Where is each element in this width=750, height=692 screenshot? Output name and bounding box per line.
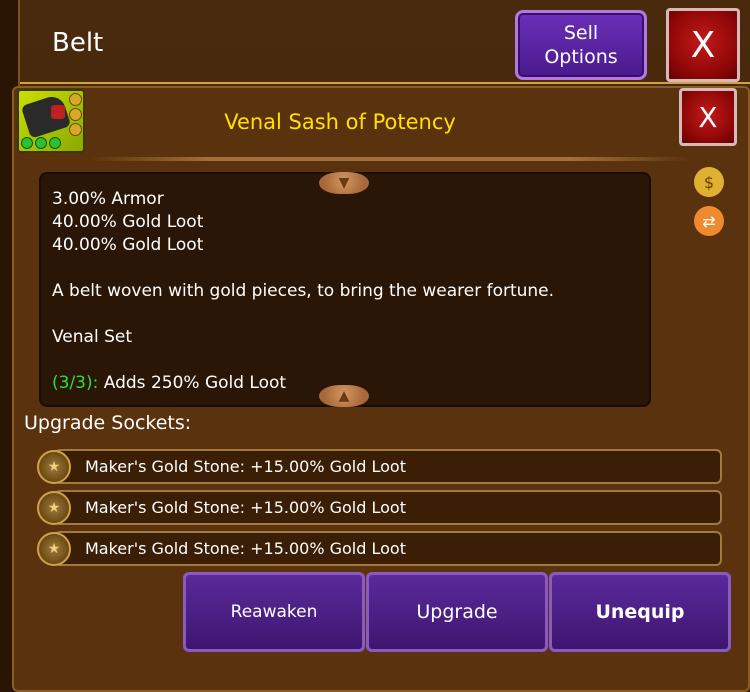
unequip-button[interactable]: Unequip	[549, 572, 731, 652]
reawaken-button[interactable]: Reawaken	[183, 572, 365, 652]
gold-stone-icon: ★	[37, 450, 71, 484]
money-bag-icon[interactable]: $	[694, 167, 724, 197]
socket-label: Maker's Gold Stone: +15.00% Gold Loot	[85, 539, 406, 558]
set-count: (3/3):	[52, 373, 99, 393]
set-name: Venal Set	[52, 327, 133, 347]
item-flavor-text: A belt woven with gold pieces, to bring …	[52, 281, 555, 301]
close-window-button[interactable]: X	[666, 8, 740, 82]
swap-icon[interactable]: ⇄	[694, 206, 724, 236]
stat-line: 40.00% Gold Loot	[52, 235, 204, 255]
stat-line: 3.00% Armor	[52, 189, 164, 209]
close-item-button[interactable]: X	[679, 88, 737, 146]
item-name: Venal Sash of Potency	[224, 110, 456, 134]
set-bonus: Adds 250% Gold Loot	[103, 373, 287, 393]
gold-stone-icon: ★	[37, 532, 71, 566]
item-description: 3.00% Armor 40.00% Gold Loot 40.00% Gold…	[52, 188, 554, 395]
header-divider	[20, 82, 750, 84]
sockets-title: Upgrade Sockets:	[24, 412, 192, 434]
set-bonus-line: (3/3): Adds 250% Gold Loot	[52, 372, 554, 395]
socket-label: Maker's Gold Stone: +15.00% Gold Loot	[85, 457, 406, 476]
item-divider	[90, 157, 690, 161]
upgrade-button[interactable]: Upgrade	[366, 572, 548, 652]
belt-item-icon	[17, 89, 85, 153]
gold-stone-icon: ★	[37, 491, 71, 525]
sell-options-button[interactable]: Sell Options	[515, 10, 647, 80]
socket-label: Maker's Gold Stone: +15.00% Gold Loot	[85, 498, 406, 517]
window-title: Belt	[52, 28, 104, 58]
stat-line: 40.00% Gold Loot	[52, 212, 204, 232]
